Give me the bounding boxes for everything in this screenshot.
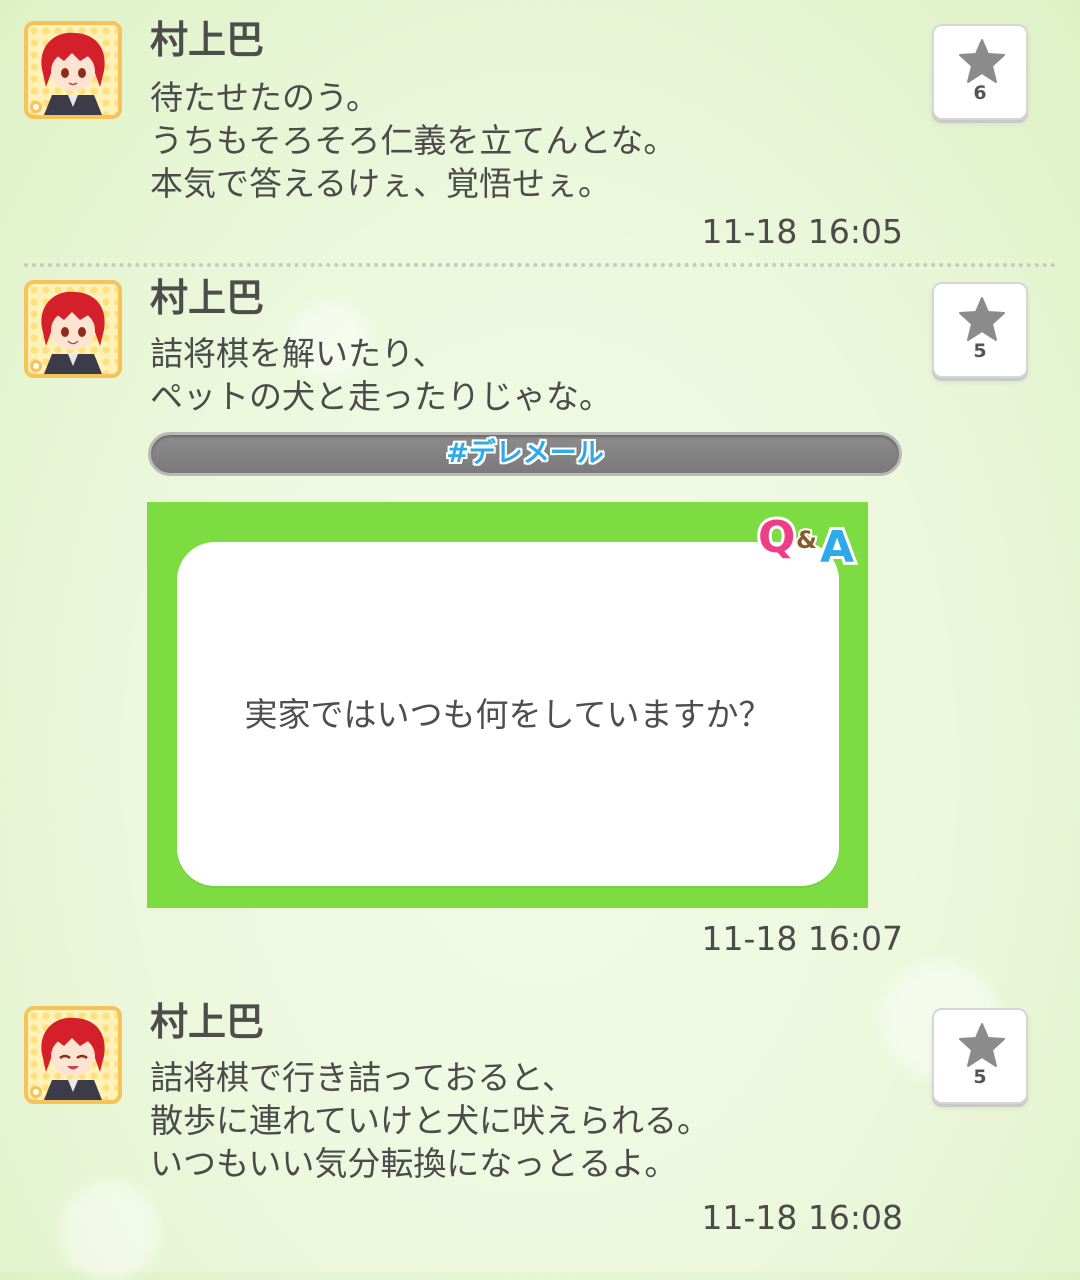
post-message: 詰将棋を解いたり、 ペットの犬と走ったりじゃな。 bbox=[150, 332, 612, 418]
post-timestamp: 11-18 16:08 bbox=[701, 1198, 903, 1237]
hashtag-bar[interactable]: #デレメール bbox=[148, 432, 902, 476]
svg-text:A: A bbox=[820, 522, 854, 570]
star-icon bbox=[959, 39, 1005, 83]
svg-text:&: & bbox=[796, 526, 817, 554]
feed-post: 村上巴 詰将棋で行き詰っておると、 散歩に連れていけと犬に吠えられる。 いつもい… bbox=[0, 990, 1080, 1272]
character-avatar-icon bbox=[30, 1017, 105, 1100]
hashtag-label: #デレメール bbox=[446, 438, 604, 469]
like-count: 5 bbox=[973, 340, 987, 362]
author-name: 村上巴 bbox=[150, 1000, 265, 1044]
qa-logo-icon: Q & A bbox=[755, 509, 857, 570]
star-icon bbox=[959, 1023, 1005, 1067]
author-avatar[interactable] bbox=[24, 21, 122, 119]
character-avatar-icon bbox=[30, 291, 105, 374]
qa-question-panel: 実家ではいつも何をしていますか？ bbox=[177, 542, 839, 886]
author-avatar[interactable] bbox=[24, 1006, 122, 1104]
message-line: 散歩に連れていけと犬に吠えられる。 bbox=[150, 1101, 711, 1140]
qa-card[interactable]: 実家ではいつも何をしていますか？ Q & A bbox=[147, 502, 868, 908]
svg-text:Q: Q bbox=[758, 512, 795, 563]
character-avatar-icon bbox=[30, 32, 105, 115]
like-button[interactable]: 5 bbox=[932, 1008, 1028, 1104]
post-timestamp: 11-18 16:05 bbox=[701, 212, 903, 251]
like-button[interactable]: 5 bbox=[932, 282, 1028, 378]
post-timestamp: 11-18 16:07 bbox=[701, 919, 903, 958]
like-count: 6 bbox=[973, 82, 987, 104]
post-divider bbox=[24, 263, 1056, 267]
message-line: 詰将棋で行き詰っておると、 bbox=[150, 1058, 576, 1097]
message-line: うちもそろそろ仁義を立てんとな。 bbox=[150, 121, 677, 160]
message-line: ペットの犬と走ったりじゃな。 bbox=[150, 377, 612, 416]
message-line: 詰将棋を解いたり、 bbox=[150, 334, 446, 373]
star-icon bbox=[959, 297, 1005, 341]
like-count: 5 bbox=[973, 1066, 987, 1088]
post-message: 詰将棋で行き詰っておると、 散歩に連れていけと犬に吠えられる。 いつもいい気分転… bbox=[150, 1056, 710, 1185]
message-line: いつもいい気分転換になっとるよ。 bbox=[150, 1144, 678, 1183]
message-line: 待たせたのう。 bbox=[150, 78, 380, 117]
like-button[interactable]: 6 bbox=[932, 24, 1028, 120]
author-name: 村上巴 bbox=[150, 276, 265, 320]
qa-question: 実家ではいつも何をしていますか？ bbox=[244, 695, 772, 734]
author-avatar[interactable] bbox=[24, 280, 122, 378]
author-name: 村上巴 bbox=[150, 18, 265, 62]
feed-post: 村上巴 待たせたのう。 うちもそろそろ仁義を立てんとな。 本気で答えるけぇ、覚悟… bbox=[0, 0, 1080, 270]
message-line: 本気で答えるけぇ、覚悟せぇ。 bbox=[150, 164, 612, 203]
post-message: 待たせたのう。 うちもそろそろ仁義を立てんとな。 本気で答えるけぇ、覚悟せぇ。 bbox=[150, 76, 676, 205]
